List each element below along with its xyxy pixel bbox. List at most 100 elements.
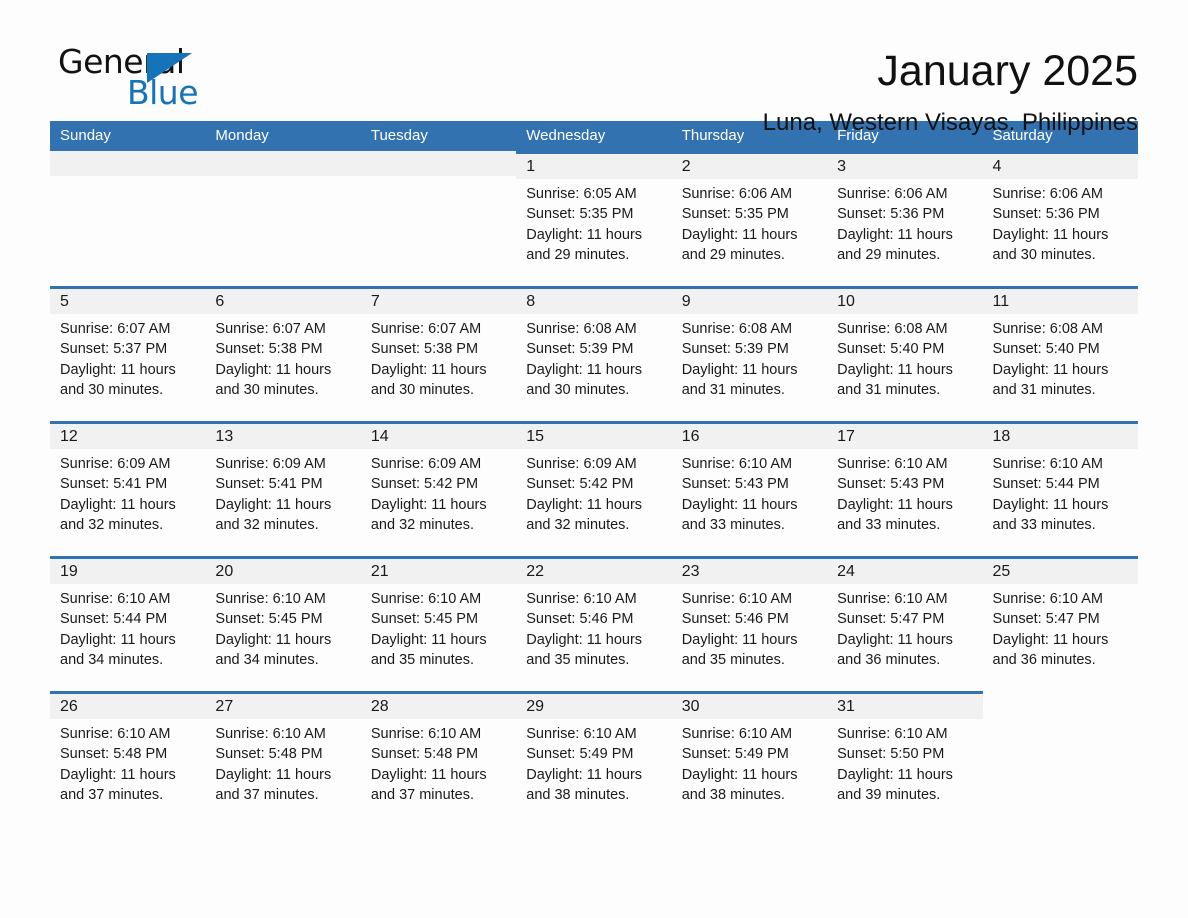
day-sun-info: Sunrise: 6:08 AM Sunset: 5:40 PM Daylight:… [983,314,1138,400]
sunrise-text: Sunrise: 6:10 AM [681,726,793,742]
calendar-day-cell[interactable]: 7 Sunrise: 6:07 AM Sunset: 5:38 PM Daylight… [360,286,517,421]
calendar-grid: Sunday Monday Tuesday Wednesday Thursday… [50,121,1138,826]
calendar-day-cell[interactable]: 2 Sunrise: 6:06 AM Sunset: 5:35 PM Daylight… [671,151,828,286]
day-number: 23 [671,559,828,584]
day-sun-info: Sunrise: 6:10 AM Sunset: 5:44 PM Daylight:… [50,584,205,670]
sunrise-text: Sunrise: 6:10 AM [370,591,482,607]
day-number: 28 [360,694,517,719]
sunrise-text: Sunrise: 6:07 AM [370,321,482,337]
calendar-day-cell[interactable]: 23 Sunrise: 6:10 AM Sunset: 5:46 PM Dayligh… [671,556,828,691]
daylight-text-line2: and 32 minutes. [526,516,630,533]
daylight-text-line1: Daylight: 11 hours [370,631,487,648]
daylight-text-line1: Daylight: 11 hours [992,361,1109,378]
sunset-text: Sunset: 5:35 PM [681,206,789,223]
sunset-text: Sunset: 5:48 PM [215,746,323,763]
calendar-day-cell-empty [983,691,1138,826]
daylight-text-line2: and 33 minutes. [992,516,1096,533]
calendar-day-cell[interactable]: 26 Sunrise: 6:10 AM Sunset: 5:48 PM Dayligh… [50,691,206,826]
calendar-day-cell[interactable]: 13 Sunrise: 6:09 AM Sunset: 5:41 PM Dayligh… [205,421,361,556]
day-number: 10 [827,289,983,314]
weekday-header-thursday: Thursday [681,127,745,144]
calendar-day-cell[interactable]: 3 Sunrise: 6:06 AM Sunset: 5:36 PM Daylight… [827,151,983,286]
daylight-text-line1: Daylight: 11 hours [60,631,176,648]
daylight-text-line1: Daylight: 11 hours [370,766,487,783]
day-number: 22 [516,559,672,584]
daylight-text-line2: and 33 minutes. [837,516,941,533]
sunset-text: Sunset: 5:42 PM [370,476,479,493]
calendar-day-cell[interactable]: 5 Sunrise: 6:07 AM Sunset: 5:37 PM Daylight… [50,286,206,421]
daylight-text-line2: and 32 minutes. [60,516,164,533]
sunset-text: Sunset: 5:44 PM [992,476,1100,493]
daylight-text-line2: and 35 minutes. [370,651,475,668]
calendar-week-row: 19 Sunrise: 6:10 AM Sunset: 5:44 PM Dayligh… [50,556,1138,691]
sunrise-text: Sunrise: 6:06 AM [992,186,1103,202]
calendar-day-cell[interactable]: 12 Sunrise: 6:09 AM Sunset: 5:41 PM Dayligh… [50,421,206,556]
day-sun-info: Sunrise: 6:06 AM Sunset: 5:36 PM Daylight:… [827,179,982,265]
daylight-text-line2: and 36 minutes. [837,651,941,668]
calendar-day-cell[interactable]: 28 Sunrise: 6:10 AM Sunset: 5:48 PM Dayligh… [360,691,517,826]
calendar-day-cell[interactable]: 18 Sunrise: 6:10 AM Sunset: 5:44 PM Dayligh… [982,421,1138,556]
calendar-day-cell[interactable]: 19 Sunrise: 6:10 AM Sunset: 5:44 PM Dayligh… [50,556,206,691]
sunrise-text: Sunrise: 6:10 AM [215,591,326,607]
calendar-day-cell[interactable]: 10 Sunrise: 6:08 AM Sunset: 5:40 PM Dayligh… [827,286,983,421]
calendar-day-cell[interactable]: 20 Sunrise: 6:10 AM Sunset: 5:45 PM Dayligh… [205,556,361,691]
calendar-day-cell[interactable]: 11 Sunrise: 6:08 AM Sunset: 5:40 PM Dayligh… [982,286,1138,421]
calendar-day-cell[interactable]: 17 Sunrise: 6:10 AM Sunset: 5:43 PM Dayligh… [827,421,983,556]
day-sun-info: Sunrise: 6:10 AM Sunset: 5:49 PM Daylight:… [672,719,827,805]
sunset-text: Sunset: 5:43 PM [837,476,945,493]
day-sun-info: Sunrise: 6:10 AM Sunset: 5:46 PM Daylight:… [516,584,671,670]
daylight-text-line1: Daylight: 11 hours [215,766,332,783]
daylight-text-line2: and 31 minutes. [837,381,941,398]
calendar-day-cell[interactable]: 4 Sunrise: 6:06 AM Sunset: 5:36 PM Daylight… [982,151,1138,286]
calendar-day-cell[interactable]: 15 Sunrise: 6:09 AM Sunset: 5:42 PM Dayligh… [516,421,672,556]
daylight-text-line2: and 36 minutes. [992,651,1096,668]
day-sun-info: Sunrise: 6:05 AM Sunset: 5:35 PM Daylight:… [516,179,671,265]
calendar-day-cell[interactable]: 25 Sunrise: 6:10 AM Sunset: 5:47 PM Dayligh… [982,556,1138,691]
sunrise-text: Sunrise: 6:09 AM [526,456,637,472]
calendar-day-cell[interactable]: 31 Sunrise: 6:10 AM Sunset: 5:50 PM Dayligh… [827,691,983,826]
daylight-text-line2: and 39 minutes. [837,786,941,803]
calendar-week-row: 5 Sunrise: 6:07 AM Sunset: 5:37 PM Daylight… [50,286,1138,421]
day-sun-info: Sunrise: 6:10 AM Sunset: 5:48 PM Daylight:… [361,719,516,805]
calendar-day-cell-empty [205,151,361,286]
calendar-day-cell[interactable]: 9 Sunrise: 6:08 AM Sunset: 5:39 PM Daylight… [671,286,828,421]
calendar-page: General Blue January 2025 Luna, Western … [0,0,1188,918]
day-number: 11 [982,289,1138,314]
calendar-day-cell[interactable]: 27 Sunrise: 6:10 AM Sunset: 5:48 PM Dayligh… [205,691,361,826]
general-blue-logo[interactable]: General Blue [50,44,250,120]
calendar-week-row: 1 Sunrise: 6:05 AM Sunset: 5:35 PM Daylight… [50,151,1138,286]
day-number: 26 [50,694,206,719]
sunrise-text: Sunrise: 6:07 AM [215,321,326,337]
calendar-day-cell[interactable]: 8 Sunrise: 6:08 AM Sunset: 5:39 PM Daylight… [516,286,672,421]
day-number: 9 [671,289,828,314]
page-title: January 2025 [877,47,1138,95]
calendar-day-cell[interactable]: 16 Sunrise: 6:10 AM Sunset: 5:43 PM Dayligh… [671,421,828,556]
daylight-text-line2: and 31 minutes. [992,381,1096,398]
calendar-day-cell[interactable]: 21 Sunrise: 6:10 AM Sunset: 5:45 PM Dayligh… [360,556,517,691]
day-number [50,151,206,176]
day-sun-info: Sunrise: 6:10 AM Sunset: 5:48 PM Daylight:… [50,719,205,805]
calendar-day-cell[interactable]: 30 Sunrise: 6:10 AM Sunset: 5:49 PM Dayligh… [671,691,828,826]
sunset-text: Sunset: 5:49 PM [526,746,634,763]
sunset-text: Sunset: 5:49 PM [681,746,789,763]
daylight-text-line1: Daylight: 11 hours [215,631,332,648]
daylight-text-line1: Daylight: 11 hours [526,631,643,648]
day-sun-info: Sunrise: 6:06 AM Sunset: 5:35 PM Daylight:… [672,179,827,265]
calendar-day-cell[interactable]: 29 Sunrise: 6:10 AM Sunset: 5:49 PM Dayligh… [516,691,672,826]
calendar-day-cell[interactable]: 24 Sunrise: 6:10 AM Sunset: 5:47 PM Dayligh… [827,556,983,691]
sunrise-text: Sunrise: 6:09 AM [60,456,171,472]
calendar-day-cell[interactable]: 22 Sunrise: 6:10 AM Sunset: 5:46 PM Dayligh… [516,556,672,691]
daylight-text-line2: and 30 minutes. [60,381,164,398]
day-number: 31 [827,694,983,719]
sunrise-text: Sunrise: 6:09 AM [215,456,326,472]
daylight-text-line1: Daylight: 11 hours [370,361,487,378]
calendar-day-cell[interactable]: 6 Sunrise: 6:07 AM Sunset: 5:38 PM Daylight… [205,286,361,421]
daylight-text-line1: Daylight: 11 hours [681,226,798,243]
day-sun-info: Sunrise: 6:10 AM Sunset: 5:43 PM Daylight:… [827,449,982,535]
calendar-day-cell[interactable]: 1 Sunrise: 6:05 AM Sunset: 5:35 PM Daylight… [516,151,672,286]
day-number [205,151,361,176]
calendar-day-cell[interactable]: 14 Sunrise: 6:09 AM Sunset: 5:42 PM Dayligh… [360,421,517,556]
sunset-text: Sunset: 5:41 PM [215,476,323,493]
weekday-header-row: Sunday Monday Tuesday Wednesday Thursday… [50,121,1138,151]
sunrise-text: Sunrise: 6:05 AM [526,186,637,202]
